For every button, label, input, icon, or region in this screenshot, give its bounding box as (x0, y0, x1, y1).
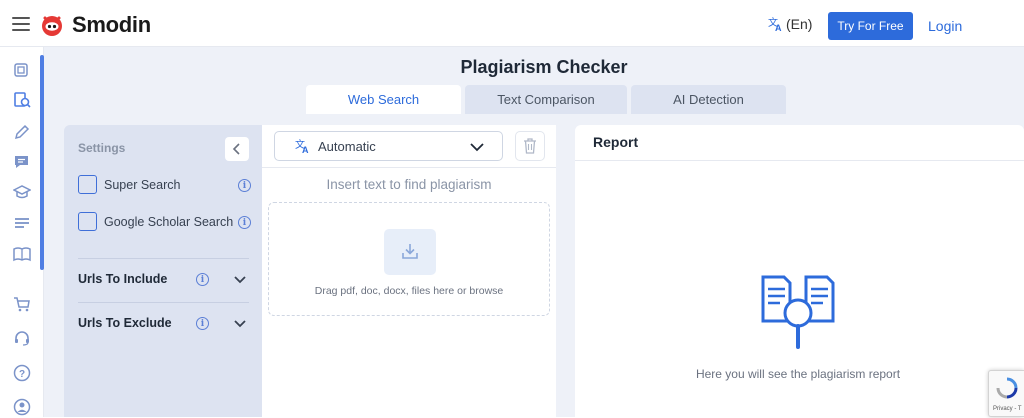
trash-icon (524, 138, 536, 154)
clear-text-button[interactable] (515, 131, 545, 161)
language-select-value: Automatic (318, 138, 376, 154)
urls-to-exclude-label[interactable]: Urls To Exclude (78, 316, 172, 330)
headset-icon[interactable] (11, 327, 33, 349)
chevron-left-icon (232, 143, 240, 155)
svg-text:A: A (302, 145, 309, 154)
info-icon[interactable]: i (196, 273, 209, 286)
info-icon[interactable]: i (238, 179, 251, 192)
language-select[interactable]: 文 A Automatic (274, 131, 503, 161)
recaptcha-icon (996, 377, 1018, 399)
chevron-down-icon[interactable] (233, 273, 247, 287)
sidebar: ? (0, 47, 44, 417)
plagiarism-icon[interactable] (11, 89, 33, 111)
chat-icon[interactable] (11, 151, 33, 173)
logo[interactable]: Smodin (40, 12, 151, 38)
divider (262, 167, 556, 168)
top-bar: Smodin 文 A (En) Try For Free Login (0, 0, 1024, 47)
menu-icon[interactable] (12, 17, 30, 31)
file-dropzone[interactable]: Drag pdf, doc, docx, files here or brows… (268, 202, 550, 316)
report-title: Report (593, 134, 639, 150)
info-icon[interactable]: i (196, 317, 209, 330)
divider (78, 302, 249, 303)
translate-icon: 文 A (295, 138, 309, 154)
text-input[interactable]: Insert text to find plagiarism (262, 177, 556, 192)
translate-icon: 文 A (768, 16, 782, 32)
main-content: Plagiarism Checker Web Search Text Compa… (44, 47, 1024, 417)
help-icon[interactable]: ? (11, 362, 33, 384)
document-compare-icon (761, 275, 835, 349)
google-scholar-option[interactable]: Google Scholar Search (78, 212, 233, 231)
super-search-label: Super Search (104, 177, 181, 192)
svg-text:?: ? (19, 369, 25, 380)
editor-panel: 文 A Automatic Insert text to find plagia… (262, 125, 556, 417)
dropzone-text: Drag pdf, doc, docx, files here or brows… (314, 285, 504, 297)
google-scholar-checkbox[interactable] (78, 212, 97, 231)
recaptcha-text[interactable]: Privacy - T (993, 406, 1022, 412)
language-selector[interactable]: 文 A (En) (768, 16, 812, 32)
info-icon[interactable]: i (238, 216, 251, 229)
chevron-down-icon[interactable] (233, 317, 247, 331)
tab-ai-detection[interactable]: AI Detection (631, 85, 786, 114)
report-panel: Report Here you will see the plagiarism … (575, 125, 1024, 417)
collapse-settings-button[interactable] (225, 137, 249, 161)
super-search-checkbox[interactable] (78, 175, 97, 194)
cart-icon[interactable] (11, 293, 33, 315)
book-icon[interactable] (11, 243, 33, 265)
urls-to-include-label[interactable]: Urls To Include (78, 272, 167, 286)
divider (575, 160, 1024, 161)
try-for-free-button[interactable]: Try For Free (828, 12, 913, 40)
copy-icon[interactable] (11, 59, 33, 81)
chevron-down-icon (470, 143, 484, 152)
page-title: Plagiarism Checker (460, 57, 628, 77)
upload-icon (384, 229, 436, 275)
login-link[interactable]: Login (928, 18, 962, 34)
tab-text-comparison[interactable]: Text Comparison (465, 85, 627, 114)
settings-title: Settings (78, 141, 126, 155)
smodin-logo-icon (42, 16, 62, 36)
user-icon[interactable] (11, 396, 33, 418)
pen-icon[interactable] (11, 121, 33, 143)
tab-web-search[interactable]: Web Search (306, 85, 461, 114)
recaptcha-badge[interactable]: Privacy - T (988, 370, 1024, 417)
graduation-cap-icon[interactable] (11, 181, 33, 203)
settings-panel: Settings Super Search i Google Scholar S… (64, 125, 262, 417)
brand-name: Smodin (72, 12, 151, 37)
report-empty-message: Here you will see the plagiarism report (695, 367, 901, 381)
mode-tabs: Web Search Text Comparison AI Detection (306, 85, 790, 114)
google-scholar-label: Google Scholar Search (104, 214, 234, 229)
svg-text:A: A (775, 23, 782, 32)
language-label: (En) (786, 16, 813, 32)
super-search-option[interactable]: Super Search (78, 175, 180, 194)
divider (78, 258, 249, 259)
lines-icon[interactable] (11, 212, 33, 234)
